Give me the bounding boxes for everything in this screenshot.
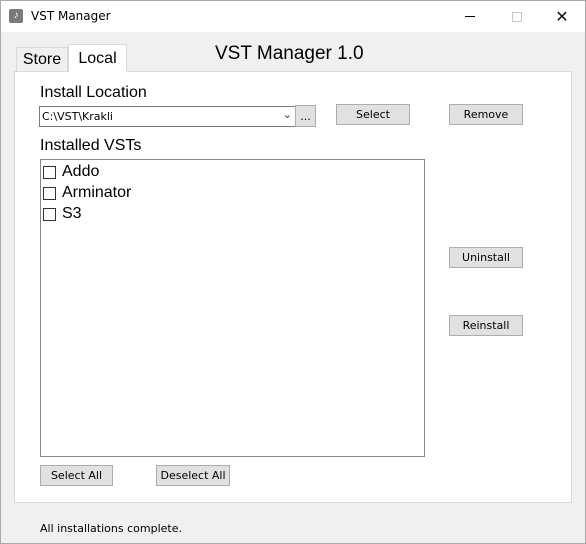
minimize-button[interactable] bbox=[447, 1, 493, 32]
install-location-value: C:\VST\Krakli bbox=[42, 110, 113, 123]
minimize-icon bbox=[465, 16, 475, 17]
music-note-icon: ♪ bbox=[9, 9, 23, 23]
checkbox[interactable] bbox=[43, 186, 56, 200]
window-title: VST Manager bbox=[31, 9, 111, 23]
status-text: All installations complete. bbox=[40, 522, 182, 535]
vst-name: S3 bbox=[62, 205, 82, 222]
list-item[interactable]: Addo bbox=[43, 163, 99, 181]
select-button[interactable]: Select bbox=[336, 104, 410, 125]
browse-button[interactable]: ... bbox=[295, 105, 316, 127]
app-title: VST Manager 1.0 bbox=[215, 43, 364, 64]
select-all-button[interactable]: Select All bbox=[40, 465, 113, 486]
uninstall-button[interactable]: Uninstall bbox=[449, 247, 523, 268]
tab-local[interactable]: Local bbox=[68, 44, 127, 72]
list-item[interactable]: S3 bbox=[43, 205, 82, 223]
installed-vsts-list[interactable]: Addo Arminator S3 bbox=[40, 159, 425, 457]
maximize-icon bbox=[512, 11, 522, 22]
main-window: ♪ VST Manager ✕ Store Local VST Manager … bbox=[0, 0, 586, 544]
close-icon: ✕ bbox=[555, 6, 569, 26]
installed-vsts-label: Installed VSTs bbox=[40, 137, 142, 154]
vst-name: Arminator bbox=[62, 184, 132, 201]
install-location-combobox[interactable]: C:\VST\Krakli ⌄ bbox=[39, 106, 296, 127]
title-bar[interactable]: ♪ VST Manager ✕ bbox=[1, 1, 585, 32]
deselect-all-button[interactable]: Deselect All bbox=[156, 465, 230, 486]
checkbox[interactable] bbox=[43, 165, 56, 179]
vst-name: Addo bbox=[62, 163, 100, 180]
maximize-button[interactable] bbox=[494, 1, 540, 32]
list-item[interactable]: Arminator bbox=[43, 184, 131, 202]
checkbox[interactable] bbox=[43, 207, 56, 221]
install-location-label: Install Location bbox=[40, 84, 147, 101]
tab-store[interactable]: Store bbox=[16, 47, 68, 71]
remove-button[interactable]: Remove bbox=[449, 104, 523, 125]
reinstall-button[interactable]: Reinstall bbox=[449, 315, 523, 336]
chevron-down-icon[interactable]: ⌄ bbox=[283, 108, 292, 121]
close-button[interactable]: ✕ bbox=[539, 1, 585, 32]
